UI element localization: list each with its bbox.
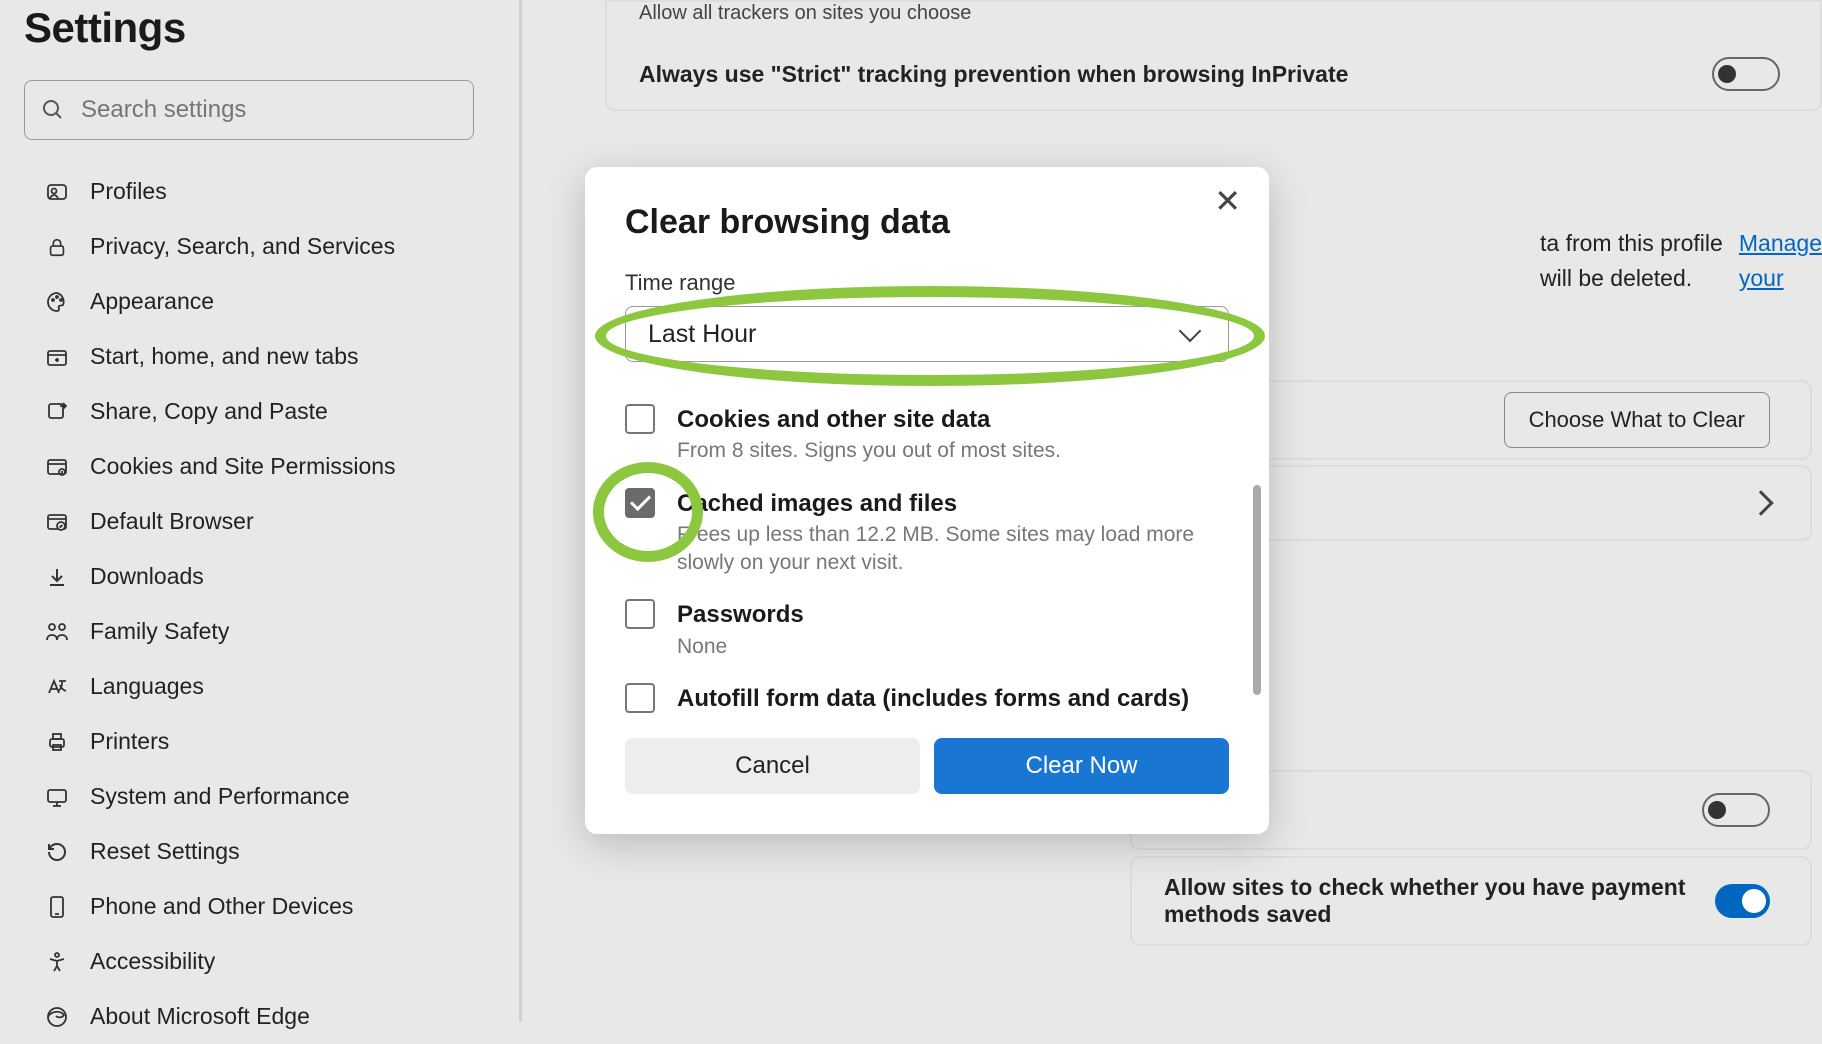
cancel-button[interactable]: Cancel [625, 738, 920, 794]
reset-icon [44, 839, 70, 865]
sidebar-item-label: Languages [90, 673, 204, 700]
payment-label: Allow sites to check whether you have pa… [1164, 874, 1715, 928]
checkbox-0[interactable] [625, 404, 655, 434]
profile-delete-text: ta from this profile will be deleted. Ma… [1540, 226, 1822, 295]
permissions-icon [44, 454, 70, 480]
page-title: Settings [24, 4, 495, 52]
phone-icon [44, 894, 70, 920]
time-range-value: Last Hour [648, 320, 756, 349]
strict-tracking-label: Always use "Strict" tracking prevention … [639, 61, 1348, 88]
sidebar-item-label: System and Performance [90, 783, 350, 810]
trackers-subtext: Allow all trackers on sites you choose [639, 2, 971, 24]
sidebar-item-label: Share, Copy and Paste [90, 398, 328, 425]
sidebar-item-system-and-performance[interactable]: System and Performance [24, 769, 495, 824]
sidebar-item-share-copy-and-paste[interactable]: Share, Copy and Paste [24, 384, 495, 439]
profile-icon [44, 179, 70, 205]
sidebar-item-label: Profiles [90, 178, 167, 205]
sidebar-item-label: Downloads [90, 563, 204, 590]
close-icon[interactable]: ✕ [1214, 185, 1241, 217]
check-item-3: Autofill form data (includes forms and c… [625, 683, 1229, 714]
printer-icon [44, 729, 70, 755]
check-desc: From 8 sites. Signs you out of most site… [677, 437, 1229, 465]
sidebar-item-label: Cookies and Site Permissions [90, 453, 396, 480]
sidebar-item-label: Phone and Other Devices [90, 893, 353, 920]
manage-your-link[interactable]: Manage your [1739, 226, 1822, 295]
sidebar-item-profiles[interactable]: Profiles [24, 164, 495, 219]
sidebar-item-appearance[interactable]: Appearance [24, 274, 495, 329]
check-desc: Frees up less than 12.2 MB. Some sites m… [677, 521, 1229, 578]
sidebar-item-family-safety[interactable]: Family Safety [24, 604, 495, 659]
sidebar-item-label: Privacy, Search, and Services [90, 233, 395, 260]
checkbox-1[interactable] [625, 488, 655, 518]
sidebar-item-privacy-search-and-services[interactable]: Privacy, Search, and Services [24, 219, 495, 274]
time-range-dropdown[interactable]: Last Hour [625, 306, 1229, 362]
clear-browsing-data-modal: ✕ Clear browsing data Time range Last Ho… [585, 167, 1269, 834]
checkbox-3[interactable] [625, 683, 655, 713]
sidebar-item-languages[interactable]: Languages [24, 659, 495, 714]
sidebar-item-label: Printers [90, 728, 169, 755]
check-item-1: Cached images and filesFrees up less tha… [625, 488, 1229, 578]
check-title: Cookies and other site data [677, 404, 1229, 435]
sidebar-item-label: Appearance [90, 288, 214, 315]
sidebar-item-label: Start, home, and new tabs [90, 343, 359, 370]
search-settings-box[interactable] [24, 80, 474, 140]
edge-icon [44, 1004, 70, 1030]
strict-tracking-toggle[interactable] [1712, 57, 1780, 91]
sidebar-item-accessibility[interactable]: Accessibility [24, 934, 495, 989]
sidebar-item-label: Family Safety [90, 618, 229, 645]
check-item-2: Passwords None [625, 599, 1229, 661]
check-title: Passwords [677, 599, 1229, 630]
browser-icon [44, 509, 70, 535]
sidebar-item-start-home-and-new-tabs[interactable]: Start, home, and new tabs [24, 329, 495, 384]
sidebar-item-default-browser[interactable]: Default Browser [24, 494, 495, 549]
accessibility-icon [44, 949, 70, 975]
clear-now-button[interactable]: Clear Now [934, 738, 1229, 794]
check-desc: None [677, 633, 1229, 661]
sidebar-item-label: About Microsoft Edge [90, 1003, 310, 1030]
sidebar: Settings Profiles Privacy, Search, and Se… [0, 0, 522, 1022]
check-title: Cached images and files [677, 488, 1229, 519]
sidebar-item-reset-settings[interactable]: Reset Settings [24, 824, 495, 879]
family-icon [44, 619, 70, 645]
sidebar-item-phone-and-other-devices[interactable]: Phone and Other Devices [24, 879, 495, 934]
search-input[interactable] [81, 96, 457, 124]
payment-check-row: Allow sites to check whether you have pa… [1130, 856, 1812, 946]
chevron-down-icon [1179, 320, 1202, 343]
sidebar-item-printers[interactable]: Printers [24, 714, 495, 769]
download-icon [44, 564, 70, 590]
check-item-0: Cookies and other site dataFrom 8 sites.… [625, 404, 1229, 466]
sidebar-item-label: Default Browser [90, 508, 254, 535]
new-tab-icon [44, 344, 70, 370]
choose-what-to-clear-button[interactable]: Choose What to Clear [1504, 392, 1770, 448]
sidebar-item-cookies-and-site-permissions[interactable]: Cookies and Site Permissions [24, 439, 495, 494]
checkbox-2[interactable] [625, 599, 655, 629]
modal-scrollbar-thumb[interactable] [1253, 485, 1261, 695]
sidebar-item-about-microsoft-edge[interactable]: About Microsoft Edge [24, 989, 495, 1044]
palette-icon [44, 289, 70, 315]
payment-toggle[interactable] [1715, 884, 1771, 918]
sidebar-item-label: Reset Settings [90, 838, 240, 865]
system-icon [44, 784, 70, 810]
toggle-off[interactable] [1702, 793, 1770, 827]
chevron-right-icon [1748, 490, 1773, 515]
search-icon [41, 98, 65, 122]
share-icon [44, 399, 70, 425]
check-title: Autofill form data (includes forms and c… [677, 683, 1229, 714]
lock-icon [44, 234, 70, 260]
sidebar-item-label: Accessibility [90, 948, 215, 975]
modal-title: Clear browsing data [625, 203, 1229, 242]
language-icon [44, 674, 70, 700]
sidebar-item-downloads[interactable]: Downloads [24, 549, 495, 604]
time-range-label: Time range [625, 270, 1229, 296]
